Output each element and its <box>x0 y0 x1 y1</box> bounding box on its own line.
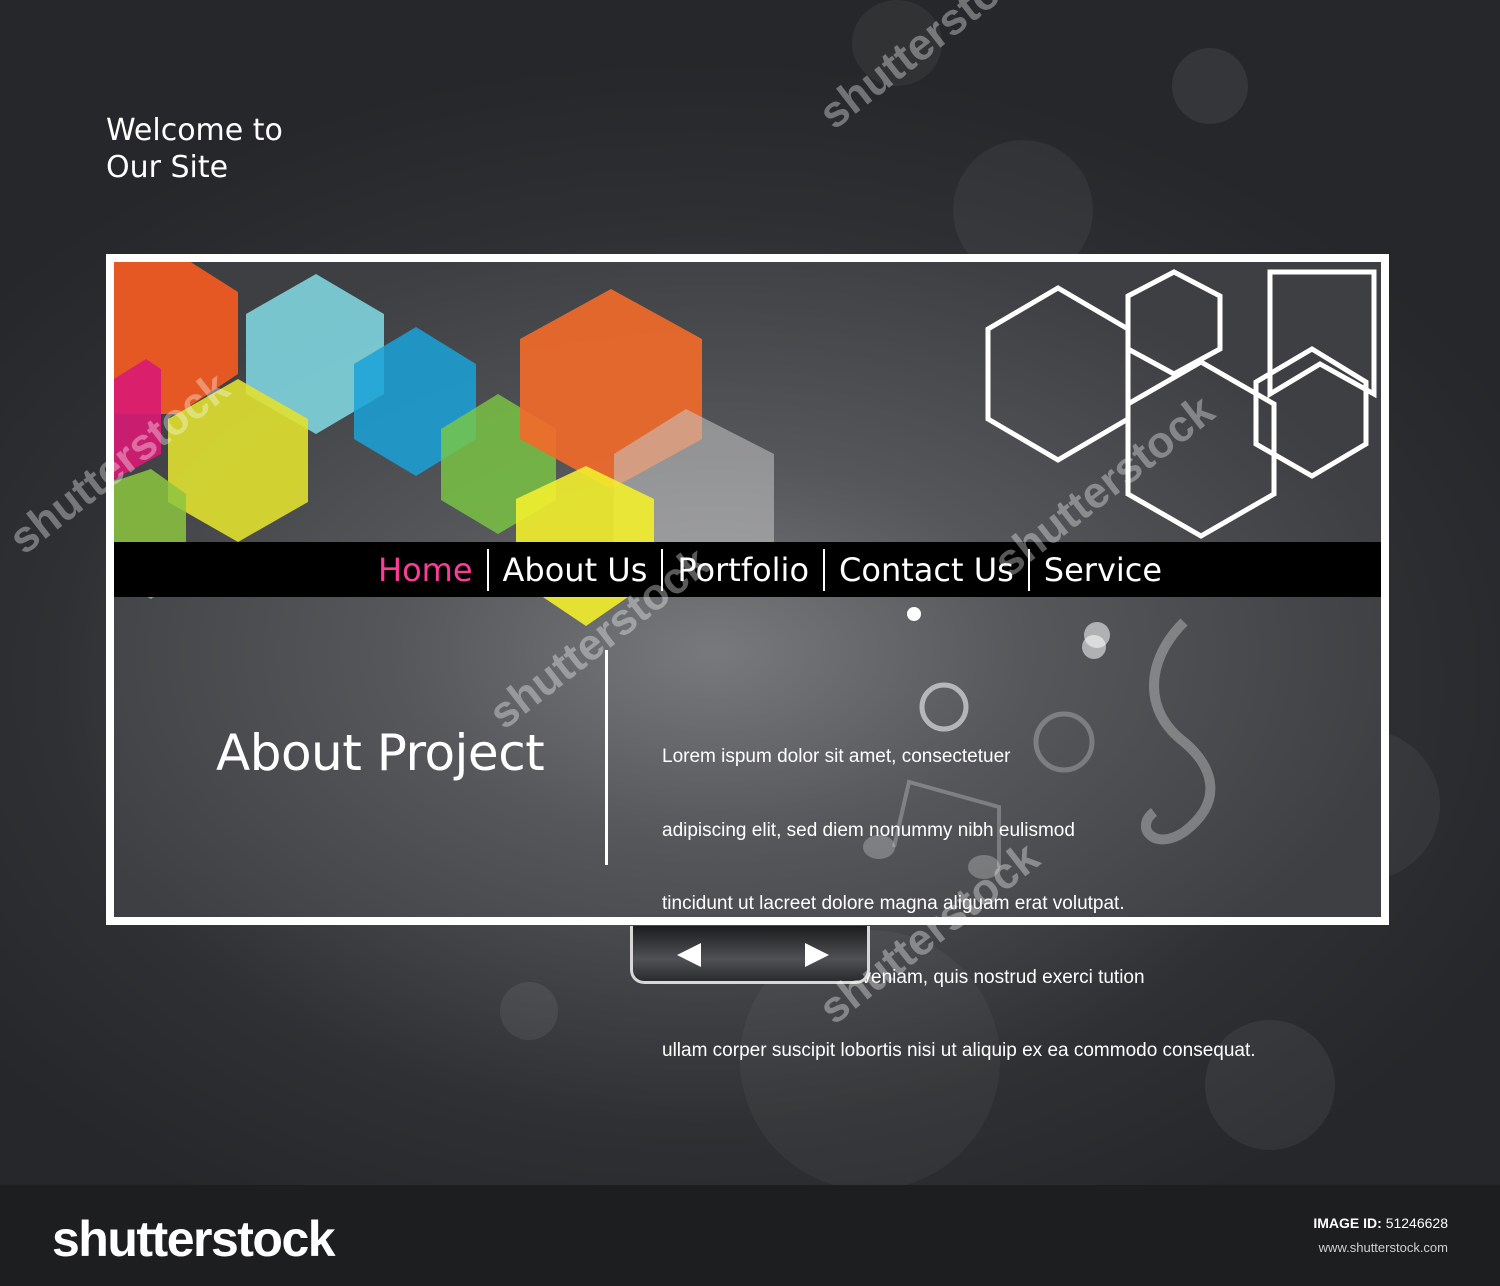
triangle-left-icon <box>677 943 701 967</box>
site-url: www.shutterstock.com <box>1318 1240 1448 1255</box>
site-welcome-title: Welcome to Our Site <box>106 112 283 186</box>
welcome-line-1: Welcome to <box>106 113 283 148</box>
image-id-label: IMAGE ID: <box>1313 1215 1382 1231</box>
next-slide-button[interactable] <box>795 940 835 970</box>
image-id-value: 51246628 <box>1385 1215 1448 1231</box>
content-divider <box>605 650 608 865</box>
text-line: ullam corper suscipit lobortis nisi ut a… <box>662 1040 1256 1061</box>
triangle-right-icon <box>805 943 829 967</box>
text-line: adipiscing elit, sed diem nonummy nibh e… <box>662 819 1075 841</box>
nav-item-home[interactable]: Home <box>364 549 487 591</box>
about-project-heading: About Project <box>216 724 545 782</box>
main-navbar: Home About Us Portfolio Contact Us Servi… <box>114 542 1381 597</box>
image-id: IMAGE ID: 51246628 <box>1313 1215 1448 1231</box>
prev-slide-button[interactable] <box>671 940 711 970</box>
watermark-text: shutterstock <box>810 0 1049 139</box>
text-line: Lorem ispum dolor sit amet, consectetuer <box>662 746 1011 767</box>
shutterstock-logo: shutterstock <box>52 1211 336 1267</box>
welcome-line-2: Our Site <box>106 150 229 185</box>
